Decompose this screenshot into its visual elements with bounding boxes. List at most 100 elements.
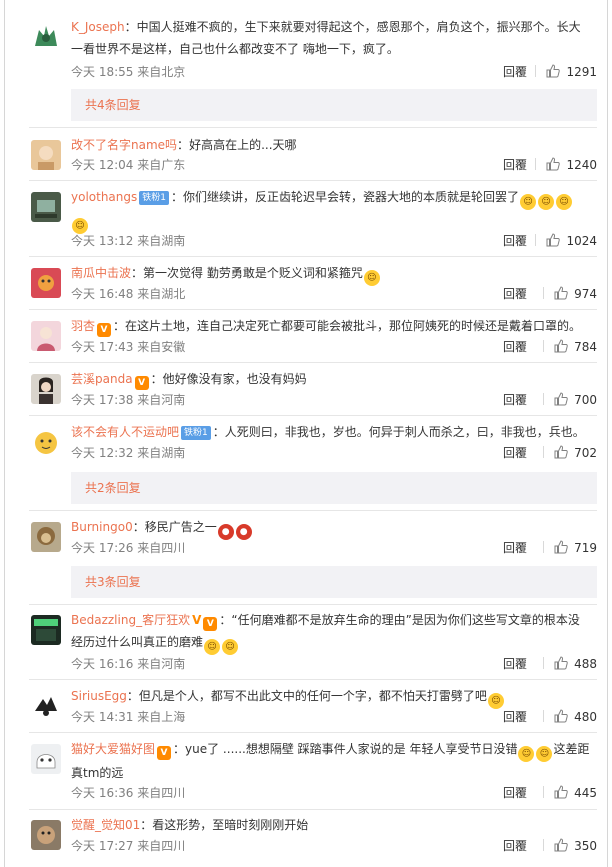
reply-button[interactable]: 回覆 bbox=[503, 443, 527, 463]
divider bbox=[29, 362, 597, 363]
comment-body: 第一次觉得 勤劳勇敢是个贬义词和紧箍咒 bbox=[143, 266, 363, 280]
emoji-icon: ☺ bbox=[536, 746, 553, 762]
like-button[interactable]: 445 bbox=[543, 783, 597, 803]
thumb-up-icon bbox=[554, 838, 568, 852]
like-button[interactable]: 700 bbox=[543, 390, 597, 410]
more-replies-link[interactable]: 共3条回复 bbox=[71, 566, 597, 598]
like-button[interactable]: 488 bbox=[543, 654, 597, 674]
comment-username[interactable]: 芸溪panda bbox=[71, 372, 133, 386]
like-button[interactable]: 480 bbox=[543, 707, 597, 727]
avatar[interactable] bbox=[31, 140, 61, 170]
avatar[interactable] bbox=[31, 820, 61, 850]
comment-time: 今天 18:55 来自北京 bbox=[71, 65, 186, 79]
like-button[interactable]: 1240 bbox=[535, 155, 597, 175]
comment-text: 觉醒_觉知01：看这形势，至暗时刻刚刚开始 bbox=[71, 818, 309, 832]
reply-button[interactable]: 回覆 bbox=[503, 284, 527, 304]
comment-meta: 今天 18:55 来自北京 回覆 1291 bbox=[71, 62, 597, 82]
divider bbox=[543, 393, 545, 405]
comment-time: 今天 17:26 来自四川 bbox=[71, 541, 186, 555]
comment-username[interactable]: 猫好大爱猫好图 bbox=[71, 742, 155, 756]
avatar[interactable] bbox=[31, 691, 61, 721]
comment-username[interactable]: 改不了名字name吗 bbox=[71, 138, 177, 152]
avatar[interactable] bbox=[31, 321, 61, 351]
like-count: 445 bbox=[574, 786, 597, 800]
comment-username[interactable]: Bedazzling_客厅狂欢 bbox=[71, 613, 190, 627]
vip-crown-icon: V bbox=[157, 746, 172, 760]
comment-item: 该不会有人不运动吧 铁粉1 ：人死则曰，非我也，岁也。何异于刺人而杀之，曰，非我也，… bbox=[29, 421, 597, 465]
divider bbox=[543, 657, 545, 669]
comment-time: 今天 17:27 来自四川 bbox=[71, 839, 186, 853]
comment-username[interactable]: Burningo0 bbox=[71, 520, 133, 534]
avatar[interactable] bbox=[31, 192, 61, 222]
emoji-icon: ☺ bbox=[556, 194, 573, 210]
comment-meta: 今天 16:48 来自湖北 回覆 974 bbox=[71, 284, 597, 304]
divider bbox=[543, 446, 545, 458]
thumb-up-icon bbox=[554, 709, 568, 723]
avatar[interactable] bbox=[31, 268, 61, 298]
avatar[interactable] bbox=[31, 744, 61, 774]
comment-text: SiriusEgg：但凡是个人，都写不出此文中的任何一个字，都不怕天打雷劈了吧 ☺ bbox=[71, 685, 591, 709]
avatar[interactable] bbox=[31, 615, 61, 645]
thumb-up-icon bbox=[554, 445, 568, 459]
like-button[interactable]: 719 bbox=[543, 538, 597, 558]
comment-body: 你们继续讲，反正齿轮迟早会转，瓷器大地的本质就是轮回罢了 bbox=[183, 190, 520, 204]
comment-username[interactable]: 该不会有人不运动吧 bbox=[71, 425, 179, 439]
comment-body: 在这片土地，连自己决定死亡都要可能会被批斗，那位阿姨死的时候还是戴着口罩的。 bbox=[125, 319, 582, 333]
emoji-icon: ☺ bbox=[518, 746, 535, 762]
avatar[interactable] bbox=[31, 374, 61, 404]
like-count: 350 bbox=[574, 839, 597, 853]
comment-time: 今天 12:32 来自湖南 bbox=[71, 446, 186, 460]
emoji-icon: ☺ bbox=[538, 194, 555, 210]
reply-button[interactable]: 回覆 bbox=[503, 654, 527, 674]
comment-username[interactable]: 觉醒_觉知01 bbox=[71, 818, 140, 832]
reply-button[interactable]: 回覆 bbox=[503, 337, 527, 357]
comment-item: 南瓜中击波：第一次觉得 勤劳勇敢是个贬义词和紧箍咒 ☺ 今天 16:48 来自湖北… bbox=[29, 262, 597, 306]
like-button[interactable]: 974 bbox=[543, 284, 597, 304]
like-count: 1240 bbox=[566, 158, 597, 172]
comment-item: 羽杏 V ：在这片土地，连自己决定死亡都要可能会被批斗，那位阿姨死的时候还是戴着口罩… bbox=[29, 315, 597, 359]
comment-time: 今天 16:16 来自河南 bbox=[71, 657, 186, 671]
comment-body: 看这形势，至暗时刻刚刚开始 bbox=[152, 818, 309, 832]
divider bbox=[535, 158, 537, 170]
divider bbox=[29, 180, 597, 181]
like-button[interactable]: 1291 bbox=[535, 62, 597, 82]
divider bbox=[543, 839, 545, 851]
comment-time: 今天 16:48 来自湖北 bbox=[71, 287, 186, 301]
reply-button[interactable]: 回覆 bbox=[503, 231, 527, 251]
divider bbox=[535, 65, 537, 77]
comment-meta: 今天 17:27 来自四川 回覆 350 bbox=[71, 836, 597, 856]
comment-username[interactable]: 羽杏 bbox=[71, 319, 95, 333]
comment-meta: 今天 17:26 来自四川 回覆 719 bbox=[71, 538, 597, 558]
more-replies-link[interactable]: 共2条回复 bbox=[71, 472, 597, 504]
comment-meta: 今天 12:04 来自广东 回覆 1240 bbox=[71, 155, 597, 175]
like-button[interactable]: 784 bbox=[543, 337, 597, 357]
reply-button[interactable]: 回覆 bbox=[503, 783, 527, 803]
comment-item: Bedazzling_客厅狂欢 V V ：“任何磨难都不是放弃生命的理由”是因为你们这… bbox=[29, 609, 597, 675]
comment-time: 今天 14:31 来自上海 bbox=[71, 710, 186, 724]
like-button[interactable]: 1024 bbox=[535, 231, 597, 251]
thumb-up-icon bbox=[554, 286, 568, 300]
like-button[interactable]: 702 bbox=[543, 443, 597, 463]
reply-button[interactable]: 回覆 bbox=[503, 836, 527, 856]
comment-username[interactable]: SiriusEgg bbox=[71, 689, 127, 703]
reply-button[interactable]: 回覆 bbox=[503, 155, 527, 175]
reply-button[interactable]: 回覆 bbox=[503, 538, 527, 558]
comment-item: K_Joseph：中国人挺难不疯的，生下来就要对得起这个，感恩那个，肩负这个，振… bbox=[29, 14, 597, 84]
comment-body: yue了 ......想想隔壁 踩踏事件人家说的是 年轻人享受节日没错 bbox=[185, 742, 518, 756]
divider bbox=[29, 256, 597, 257]
reply-button[interactable]: 回覆 bbox=[503, 707, 527, 727]
comment-text: Burningo0：移民广告之一 ● ● bbox=[71, 516, 591, 540]
comment-item: 改不了名字name吗：好高高在上的...天哪 今天 12:04 来自广东 回覆 … bbox=[29, 134, 597, 178]
comment-username[interactable]: K_Joseph bbox=[71, 20, 125, 34]
like-button[interactable]: 350 bbox=[543, 836, 597, 856]
avatar[interactable] bbox=[31, 20, 61, 50]
comment-username[interactable]: 南瓜中击波 bbox=[71, 266, 131, 280]
avatar[interactable] bbox=[31, 522, 61, 552]
more-replies-link[interactable]: 共4条回复 bbox=[71, 89, 597, 121]
reply-button[interactable]: 回覆 bbox=[503, 390, 527, 410]
avatar[interactable] bbox=[31, 427, 61, 457]
reply-button[interactable]: 回覆 bbox=[503, 62, 527, 82]
thumb-up-icon bbox=[546, 157, 561, 171]
comment-username[interactable]: yolothangs bbox=[71, 190, 137, 204]
comment-text: Bedazzling_客厅狂欢 V V ：“任何磨难都不是放弃生命的理由”是因为你们这… bbox=[71, 609, 591, 655]
